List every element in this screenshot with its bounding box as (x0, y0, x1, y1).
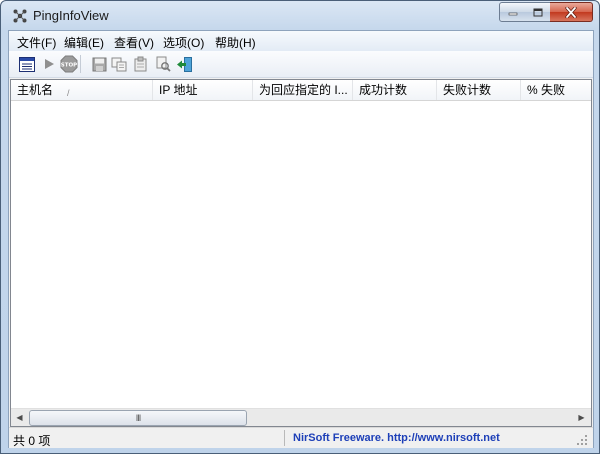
column-header-failure-count[interactable]: 失败计数 (437, 80, 521, 100)
app-window: PingInfoView 文件(F) 编辑(E) 查看(V) 选项(O) 帮助(… (0, 0, 600, 454)
scroll-right-button[interactable]: ▶ (573, 409, 590, 426)
copy-icon (111, 57, 127, 71)
minimize-icon (508, 12, 518, 16)
properties-button[interactable] (17, 54, 37, 74)
close-icon (565, 6, 577, 18)
svg-text:STOP: STOP (61, 63, 77, 69)
status-divider (284, 430, 285, 446)
column-header-reply-ip[interactable]: 为回应指定的 I... (253, 80, 353, 100)
exit-icon (176, 56, 192, 72)
column-header-ip-address[interactable]: IP 地址 (153, 80, 253, 100)
close-button[interactable] (550, 2, 593, 22)
list-header: 主机名 / IP 地址 为回应指定的 I... 成功计数 失败计数 % 失败 (11, 80, 591, 101)
client-area: 文件(F) 编辑(E) 查看(V) 选项(O) 帮助(H) STOP 主机名 /… (8, 30, 594, 448)
column-header-success-count[interactable]: 成功计数 (353, 80, 437, 100)
nirsoft-link[interactable]: NirSoft Freeware. http://www.nirsoft.net (293, 432, 500, 444)
start-ping-icon (45, 59, 54, 69)
toolbar: STOP (9, 51, 593, 78)
menu-edit[interactable]: 编辑(E) (64, 34, 104, 51)
save-button[interactable] (89, 54, 109, 74)
scroll-thumb[interactable]: III (29, 410, 247, 426)
menu-bar: 文件(F) 编辑(E) 查看(V) 选项(O) 帮助(H) (9, 31, 593, 51)
copy-button[interactable] (109, 54, 129, 74)
toolbar-separator (80, 55, 81, 73)
find-button[interactable] (153, 54, 173, 74)
minimize-button[interactable] (499, 2, 527, 22)
title-bar[interactable]: PingInfoView (1, 1, 599, 30)
app-icon (13, 9, 27, 23)
maximize-button[interactable] (525, 2, 551, 22)
stop-icon: STOP (60, 55, 78, 73)
status-bar: 共 0 项 NirSoft Freeware. http://www.nirso… (9, 427, 593, 448)
exit-button[interactable] (174, 54, 194, 74)
stop-button[interactable]: STOP (59, 54, 79, 74)
html-report-icon (134, 56, 147, 72)
column-header-percent-failed[interactable]: % 失败 (521, 80, 591, 100)
status-item-count: 共 0 项 (13, 434, 51, 448)
menu-help[interactable]: 帮助(H) (215, 34, 256, 51)
maximize-icon (533, 8, 542, 16)
menu-file[interactable]: 文件(F) (17, 34, 56, 51)
start-ping-button[interactable] (39, 54, 59, 74)
column-header-host-name[interactable]: 主机名 / (11, 80, 153, 100)
scroll-left-button[interactable]: ◀ (11, 409, 28, 426)
resize-grip-icon[interactable] (576, 434, 588, 446)
sort-ascending-icon: / (67, 88, 70, 98)
find-icon (156, 56, 171, 72)
ping-list-view[interactable]: 主机名 / IP 地址 为回应指定的 I... 成功计数 失败计数 % 失败 ◀… (10, 79, 592, 427)
html-report-button[interactable] (131, 54, 151, 74)
horizontal-scrollbar[interactable]: ◀ III ▶ (11, 408, 591, 426)
menu-options[interactable]: 选项(O) (163, 34, 204, 51)
scroll-grip: III (135, 413, 141, 423)
menu-view[interactable]: 查看(V) (114, 34, 154, 51)
save-icon (92, 57, 106, 71)
properties-icon (19, 56, 35, 72)
window-title: PingInfoView (33, 8, 109, 23)
